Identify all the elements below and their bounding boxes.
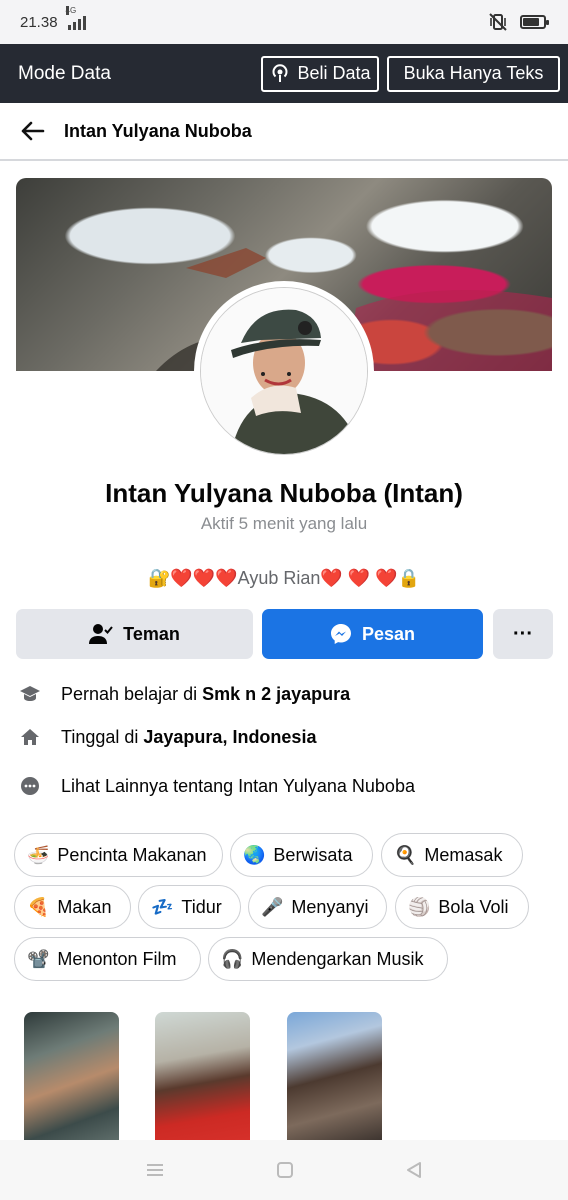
featured-photo[interactable] xyxy=(24,1012,119,1140)
vibrate-off-icon xyxy=(489,13,507,31)
clock: 21.38 xyxy=(20,13,58,31)
interest-chip[interactable]: 🍜 Pencinta Makanan xyxy=(14,833,223,877)
menu-icon[interactable] xyxy=(145,1162,165,1178)
home-square-icon[interactable] xyxy=(276,1161,294,1179)
interest-chip[interactable]: 🎧 Mendengarkan Musik xyxy=(208,937,448,981)
avatar-illustration xyxy=(201,288,367,454)
featured-photo[interactable] xyxy=(287,1012,382,1140)
podcast-icon xyxy=(273,63,288,82)
system-nav-bar xyxy=(0,1140,568,1200)
header-title: Intan Yulyana Nuboba xyxy=(64,120,252,141)
messenger-icon xyxy=(330,624,351,644)
data-mode-bar: Mode Data Beli Data Buka Hanya Teks xyxy=(0,44,568,103)
interest-chip[interactable]: 📽️ Menonton Film xyxy=(14,937,201,981)
active-status: Aktif 5 menit yang lalu xyxy=(200,514,368,533)
more-circle-icon xyxy=(18,774,42,798)
interest-chip[interactable]: 🎤 Menyanyi xyxy=(248,885,387,929)
see-more-row[interactable]: Lihat Lainnya tentang Intan Yulyana Nubo… xyxy=(18,774,558,798)
graduation-cap-icon xyxy=(18,682,42,706)
interest-chip[interactable]: 🌏 Berwisata xyxy=(230,833,373,877)
battery-icon xyxy=(520,15,549,29)
friend-check-icon xyxy=(89,624,113,644)
text-only-button[interactable]: Buka Hanya Teks xyxy=(387,55,560,92)
featured-photo[interactable] xyxy=(155,1012,250,1140)
back-button[interactable] xyxy=(0,102,64,160)
buy-data-button[interactable]: Beli Data xyxy=(261,55,379,92)
interest-chip[interactable]: 🍳 Memasak xyxy=(381,833,523,877)
message-button[interactable]: Pesan xyxy=(262,609,483,659)
interest-chip[interactable]: 🏐 Bola Voli xyxy=(395,885,529,929)
profile-name: Intan Yulyana Nuboba (Intan) xyxy=(105,478,463,508)
app-header: Intan Yulyana Nuboba xyxy=(0,103,568,161)
data-mode-label: Mode Data xyxy=(18,62,111,84)
profile-avatar[interactable] xyxy=(194,281,374,461)
education-row: Pernah belajar di Smk n 2 jayapura xyxy=(18,682,558,706)
signal-icon: 4G xyxy=(65,6,86,30)
friends-button[interactable]: Teman xyxy=(16,609,253,659)
interest-chip[interactable]: 💤 Tidur xyxy=(138,885,241,929)
back-triangle-icon[interactable] xyxy=(405,1161,423,1179)
more-dots-icon: ··· xyxy=(513,622,533,645)
profile-bio: 🔐❤️❤️❤️Ayub Rian❤️ ❤️ ❤️🔒 xyxy=(147,568,421,588)
interest-chip[interactable]: 🍕 Makan xyxy=(14,885,131,929)
location-row: Tinggal di Jayapura, Indonesia xyxy=(18,725,558,749)
more-options-button[interactable]: ··· xyxy=(493,609,553,659)
status-bar: 21.38 4G xyxy=(0,0,568,44)
home-icon xyxy=(18,725,42,749)
back-arrow-icon xyxy=(21,121,45,141)
